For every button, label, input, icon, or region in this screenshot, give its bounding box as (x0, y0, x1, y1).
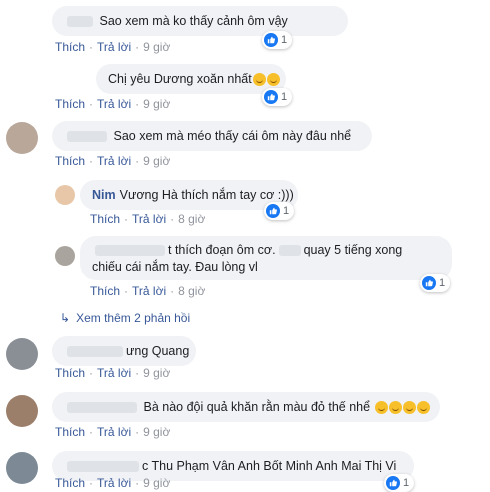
timestamp[interactable]: 8 giờ (178, 212, 205, 226)
like-button[interactable]: Thích (55, 366, 85, 380)
timestamp[interactable]: 9 giờ (143, 476, 170, 490)
like-button[interactable]: Thích (90, 284, 120, 298)
reply-button[interactable]: Trả lời (97, 476, 131, 490)
comment-actions: Thích · Trả lời · 9 giờ (55, 97, 171, 111)
reaction-badge[interactable]: 1 (384, 474, 415, 492)
comment-actions: Thích · Trả lời · 8 giờ (90, 284, 206, 298)
comment-actions: Thích · Trả lời · 9 giờ (55, 425, 171, 439)
reply-button[interactable]: Trả lời (97, 97, 131, 111)
comment-text: c Thu Phạm Vân Anh Bốt Minh Anh Mai Thị … (142, 459, 397, 473)
comment-bubble: Chị yêu Dương xoăn nhất (96, 64, 286, 94)
like-button[interactable]: Thích (55, 154, 85, 168)
like-icon (264, 90, 278, 104)
laughing-emoji-icon (402, 401, 416, 415)
reaction-count: 1 (439, 277, 446, 289)
comment-actions: Thích · Trả lời · 8 giờ (90, 212, 206, 226)
laughing-emoji-icon (374, 401, 388, 415)
avatar[interactable] (6, 452, 38, 484)
laughing-emoji-icon (388, 401, 402, 415)
reaction-count: 1 (281, 91, 288, 103)
comment-bubble: ưng Quang (52, 336, 196, 366)
reply-button[interactable]: Trả lời (97, 40, 131, 54)
comment-text: t thích đoạn ôm cơ. (168, 243, 276, 257)
redacted-name (67, 346, 123, 358)
redacted-name (67, 402, 137, 414)
reply-button[interactable]: Trả lời (97, 154, 131, 168)
reaction-count: 1 (281, 34, 288, 46)
avatar[interactable] (6, 122, 38, 154)
comment-text: chiếu cái nắm tay. Đau lòng vl (92, 260, 258, 274)
reply-button[interactable]: Trả lời (97, 366, 131, 380)
comment-actions: Thích · Trả lời · 9 giờ (55, 476, 171, 490)
reaction-badge[interactable]: 1 (262, 31, 293, 49)
comment-text: Sao xem mà ko thấy cảnh ôm vậy (99, 14, 288, 28)
comment-actions: Thích · Trả lời · 9 giờ (55, 154, 171, 168)
like-icon (386, 476, 400, 490)
comment-text: ưng Quang (126, 344, 190, 358)
smile-emoji-icon (252, 73, 266, 87)
laughing-emoji-icon (416, 401, 430, 415)
like-button[interactable]: Thích (90, 212, 120, 226)
see-more-replies-link[interactable]: ↳ Xem thêm 2 phản hồi (60, 311, 190, 325)
redacted-text (278, 245, 301, 257)
avatar[interactable] (55, 246, 75, 266)
like-button[interactable]: Thích (55, 425, 85, 439)
reply-button[interactable]: Trả lời (132, 284, 166, 298)
comment-text: Chị yêu Dương xoăn nhất (108, 72, 252, 86)
redacted-name (67, 16, 93, 28)
reaction-count: 1 (403, 477, 410, 489)
comment-text: Bà nào đội quả khăn rằn màu đỏ thế nhể (143, 400, 371, 414)
redacted-name (67, 131, 107, 143)
comment-bubble: Sao xem mà ko thấy cảnh ôm vậy (52, 6, 348, 36)
timestamp[interactable]: 9 giờ (143, 366, 170, 380)
redacted-name (95, 245, 165, 257)
timestamp[interactable]: 9 giờ (143, 154, 170, 168)
comment-text: Vương Hà thích nắm tay cơ :))) (119, 188, 294, 202)
avatar[interactable] (55, 185, 75, 205)
reply-arrow-icon: ↳ (60, 311, 71, 325)
timestamp[interactable]: 9 giờ (143, 40, 170, 54)
comment-text: quay 5 tiếng xong (303, 243, 403, 257)
timestamp[interactable]: 9 giờ (143, 425, 170, 439)
see-more-label: Xem thêm 2 phản hồi (76, 311, 191, 325)
like-button[interactable]: Thích (55, 476, 85, 490)
smile-emoji-icon (266, 73, 280, 87)
redacted-name (67, 461, 139, 473)
author-name[interactable]: Nim (92, 188, 116, 202)
timestamp[interactable]: 9 giờ (143, 97, 170, 111)
avatar[interactable] (6, 338, 38, 370)
reaction-badge[interactable]: 1 (264, 202, 295, 220)
comment-bubble: Sao xem mà méo thấy cái ôm này đâu nhể (52, 121, 372, 151)
like-icon (264, 33, 278, 47)
like-button[interactable]: Thích (55, 97, 85, 111)
comment-bubble: Bà nào đội quả khăn rằn màu đỏ thế nhể (52, 392, 440, 422)
like-button[interactable]: Thích (55, 40, 85, 54)
avatar[interactable] (6, 395, 38, 427)
comment-actions: Thích · Trả lời · 9 giờ (55, 366, 171, 380)
comment-actions: Thích · Trả lời · 9 giờ (55, 40, 171, 54)
like-icon (422, 276, 436, 290)
timestamp[interactable]: 8 giờ (178, 284, 205, 298)
comment-text: Sao xem mà méo thấy cái ôm này đâu nhể (113, 129, 352, 143)
reply-button[interactable]: Trả lời (132, 212, 166, 226)
reaction-badge[interactable]: 1 (420, 274, 451, 292)
reaction-count: 1 (283, 205, 290, 217)
comment-bubble: t thích đoạn ôm cơ. quay 5 tiếng xong chi… (80, 236, 452, 280)
like-icon (266, 204, 280, 218)
reaction-badge[interactable]: 1 (262, 88, 293, 106)
reply-button[interactable]: Trả lời (97, 425, 131, 439)
